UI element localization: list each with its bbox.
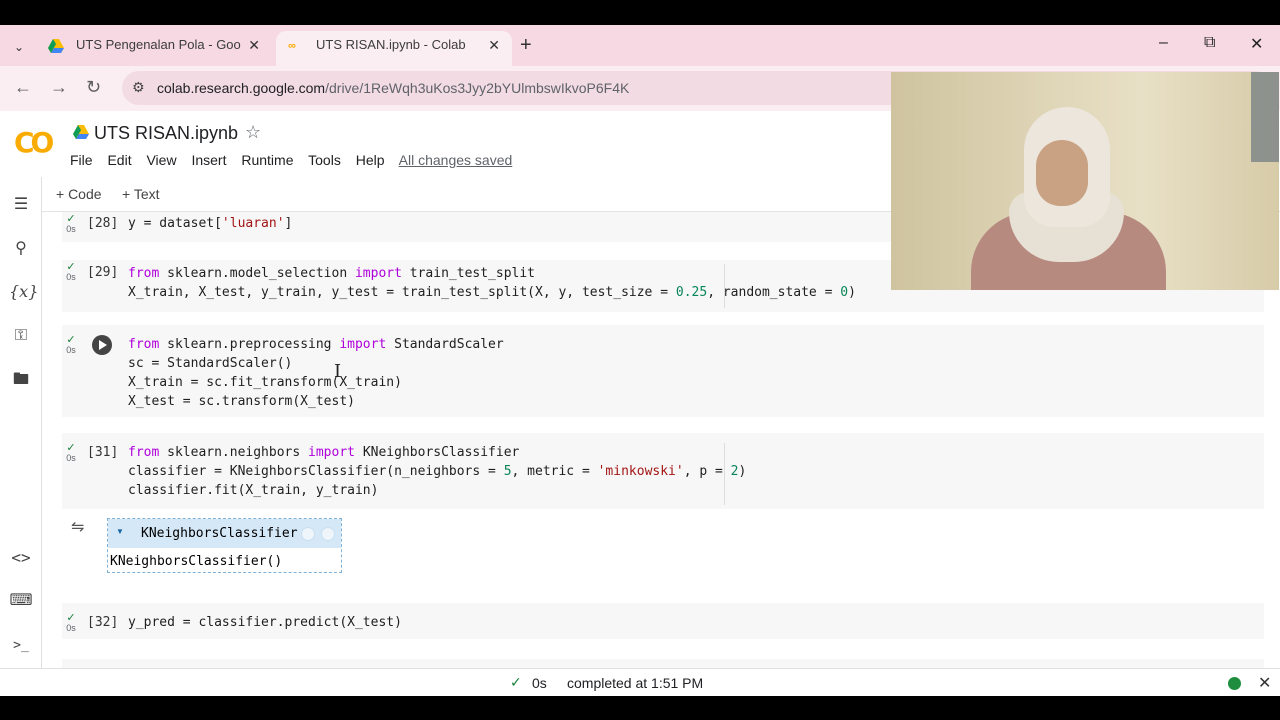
code-line: from sklearn.model_selection import trai…: [128, 266, 536, 281]
menu-bar: File Edit View Insert Runtime Tools Help…: [70, 152, 523, 168]
code-line: y_pred = classifier.predict(X_test): [128, 615, 402, 630]
tab-uts-risan-colab[interactable]: ∞ UTS RISAN.ipynb - Colab ✕: [276, 31, 512, 66]
menu-runtime[interactable]: Runtime: [241, 152, 293, 168]
reload-icon[interactable]: ↻: [86, 77, 101, 98]
menu-tools[interactable]: Tools: [308, 152, 341, 168]
estimator-repr: KNeighborsClassifier(): [110, 554, 283, 569]
notebook-title[interactable]: UTS RISAN.ipynb: [94, 123, 238, 144]
variables-icon[interactable]: {x}: [9, 280, 38, 304]
cell-status: ✓ 0s: [66, 334, 76, 356]
code-snippets-icon[interactable]: <>: [9, 546, 33, 570]
fitted-status-icon: [321, 527, 335, 541]
restore-icon[interactable]: ⧉: [1204, 34, 1215, 52]
execution-time: 0s: [532, 675, 547, 691]
code-line: X_train = sc.fit_transform(X_train): [128, 375, 402, 390]
close-window-icon[interactable]: ✕: [1250, 34, 1263, 54]
menu-help[interactable]: Help: [356, 152, 385, 168]
completion-text[interactable]: completed at 1:51 PM: [567, 675, 703, 691]
output-toggle-icon[interactable]: ⇋: [71, 517, 84, 537]
code-cell-30[interactable]: ✓ 0s from sklearn.preprocessing import St…: [62, 325, 1264, 417]
google-drive-icon[interactable]: [72, 124, 90, 140]
tab-search-chevron-icon[interactable]: ⌄: [8, 36, 30, 58]
code-line: sc = StandardScaler(): [128, 356, 293, 371]
check-icon: ✓: [66, 612, 76, 624]
new-tab-icon[interactable]: +: [520, 34, 532, 57]
execution-count: [28]: [87, 216, 119, 231]
code-line: X_train, X_test, y_train, y_test = train…: [128, 285, 856, 300]
code-line: X_test = sc.transform(X_test): [128, 394, 355, 409]
tab-uts-pengenalan-pola[interactable]: UTS Pengenalan Pola - Google ✕: [36, 31, 272, 66]
add-code-button[interactable]: + Code: [56, 186, 102, 202]
check-icon: ✓: [66, 261, 76, 273]
ruler-line: [724, 443, 725, 505]
code-cell-31[interactable]: ✓ 0s [31] from sklearn.neighbors import K…: [62, 433, 1264, 509]
code-cell-next[interactable]: [62, 659, 1264, 668]
site-settings-icon[interactable]: ⚙: [132, 79, 145, 96]
close-tab-icon[interactable]: ✕: [488, 31, 500, 59]
menu-view[interactable]: View: [146, 152, 176, 168]
minimize-icon[interactable]: –: [1159, 34, 1168, 52]
close-status-icon[interactable]: ✕: [1258, 673, 1271, 693]
run-cell-button[interactable]: [92, 335, 112, 355]
add-text-button[interactable]: + Text: [122, 186, 160, 202]
presenter-face: [1036, 140, 1088, 206]
execution-count: [29]: [87, 265, 119, 280]
collapse-arrow-icon[interactable]: ▼: [116, 527, 124, 536]
command-palette-icon[interactable]: ⌨: [9, 589, 33, 613]
star-icon[interactable]: ☆: [245, 122, 261, 143]
code-line: from sklearn.preprocessing import Standa…: [128, 337, 504, 352]
execution-count: [31]: [87, 445, 119, 460]
files-folder-icon[interactable]: 🖿: [9, 368, 33, 392]
window-shadow: [1251, 72, 1279, 162]
tab-label: UTS Pengenalan Pola - Google: [76, 37, 241, 52]
secrets-key-icon[interactable]: ⚿: [9, 324, 33, 348]
text-cursor-icon: I: [334, 361, 342, 382]
url-text: colab.research.google.com/drive/1ReWqh3u…: [157, 80, 630, 96]
back-icon[interactable]: ←: [14, 77, 32, 98]
table-of-contents-icon[interactable]: ☰: [9, 193, 33, 217]
check-icon: ✓: [510, 674, 522, 690]
forward-icon[interactable]: →: [50, 77, 68, 98]
cell-status: ✓ 0s: [66, 213, 76, 235]
runtime-connected-icon[interactable]: [1228, 677, 1241, 690]
check-icon: ✓: [66, 442, 76, 454]
cell-status: ✓ 0s: [66, 261, 76, 283]
cell-status: ✓ 0s: [66, 442, 76, 464]
documentation-icon[interactable]: [301, 527, 315, 541]
code-line: classifier = KNeighborsClassifier(n_neig…: [128, 464, 747, 479]
close-tab-icon[interactable]: ✕: [248, 31, 260, 59]
check-icon: ✓: [66, 334, 76, 346]
save-status[interactable]: All changes saved: [399, 152, 513, 168]
menu-insert[interactable]: Insert: [191, 152, 226, 168]
cell-status: ✓ 0s: [66, 612, 76, 634]
ruler-line: [724, 264, 725, 308]
status-bar: ✓ 0s completed at 1:51 PM ✕: [0, 668, 1280, 696]
browser-tab-strip: ⌄ UTS Pengenalan Pola - Google ✕ ∞ UTS R…: [0, 25, 1280, 66]
estimator-widget[interactable]: ▼ KNeighborsClassifier KNeighborsClassif…: [107, 518, 342, 573]
estimator-name: KNeighborsClassifier: [141, 526, 298, 541]
colab-logo[interactable]: CO: [14, 126, 54, 159]
code-line: y = dataset['luaran']: [128, 216, 293, 231]
code-line: from sklearn.neighbors import KNeighbors…: [128, 445, 520, 460]
execution-count: [32]: [87, 615, 119, 630]
webcam-overlay: [891, 72, 1279, 290]
code-line: classifier.fit(X_train, y_train): [128, 483, 379, 498]
left-sidebar: ☰ ⚲ {x} ⚿ 🖿 <> ⌨ >_: [0, 177, 42, 668]
tab-label: UTS RISAN.ipynb - Colab: [316, 37, 466, 52]
check-icon: ✓: [66, 213, 76, 225]
terminal-icon[interactable]: >_: [9, 634, 33, 658]
search-icon[interactable]: ⚲: [9, 237, 33, 261]
screen: ⌄ UTS Pengenalan Pola - Google ✕ ∞ UTS R…: [0, 0, 1280, 720]
google-drive-icon: [48, 39, 64, 53]
estimator-header[interactable]: ▼ KNeighborsClassifier: [108, 519, 341, 548]
code-cell-32[interactable]: ✓ 0s [32] y_pred = classifier.predict(X_t…: [62, 603, 1264, 639]
menu-edit[interactable]: Edit: [107, 152, 131, 168]
colab-favicon-icon: ∞: [288, 40, 296, 52]
menu-file[interactable]: File: [70, 152, 93, 168]
